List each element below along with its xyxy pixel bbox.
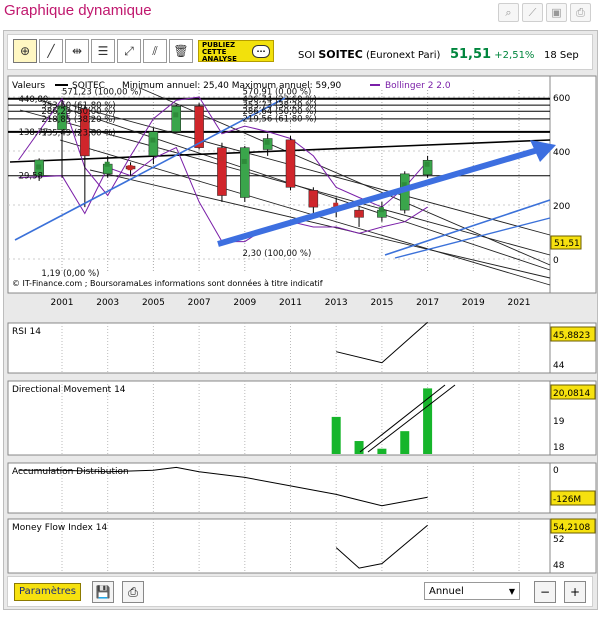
candle-body [240,147,250,198]
candle-marker [310,195,316,201]
indicator-title: Directional Movement 14 [12,385,126,395]
indicator-bar [377,448,387,454]
candle-marker [104,161,110,167]
x-tick-label: 2019 [462,298,485,308]
candle-marker [424,161,430,167]
indicator-title: RSI 14 [12,327,41,337]
fibonacci-label: 219,56 (61,80 %) [243,115,317,125]
legend-bollinger-name: Bollinger 2 2.0 [385,81,451,91]
period-select[interactable]: Annuel ▼ [424,582,520,600]
candle-marker [378,207,384,213]
fibonacci-label: 218,85 (38,20 %) [41,115,115,125]
zoom-out-icon[interactable]: − [534,581,556,603]
x-tick-label: 2009 [233,298,256,308]
source-note: © IT-Finance.com ; BoursoramaLes informa… [12,278,323,288]
candle-marker [196,114,202,120]
indicator-bar [331,416,341,454]
indicator-title: Money Flow Index 14 [12,523,107,533]
fibonacci-label: 2,30 (100,00 %) [243,249,312,259]
candle-marker [287,148,293,154]
save-icon[interactable]: 💾 [92,581,114,603]
x-tick-label: 2017 [416,298,439,308]
candle-marker [218,156,224,162]
candle-body [217,147,227,196]
x-tick-label: 2007 [188,298,211,308]
y-tick-label: 200 [553,202,570,212]
x-tick-label: 2005 [142,298,165,308]
fibonacci-label: 135,49 (23,60 %) [41,129,115,139]
last-value-label: 45,8823 [553,331,590,341]
candle-body [171,105,181,132]
y-tick-label: 400 [553,148,570,158]
last-value-label: 20,0814 [553,389,590,399]
y-tick-label: 0 [553,256,559,266]
candle-marker [356,212,362,218]
y-tick-label: 0 [553,466,559,476]
candle-body [148,131,159,157]
y-tick-label: 19 [553,417,565,427]
last-value-label: 51,51 [554,239,580,249]
indicator-bar [400,431,410,454]
legend-series-name: SOITEC [72,81,105,91]
fibonacci-label: 1,19 (0,00 %) [41,269,99,279]
y-tick-label: 48 [553,561,565,571]
y-tick-label: 18 [553,443,565,453]
candle-marker [241,158,247,164]
indicator-panel [7,322,551,374]
candle-marker [150,137,156,143]
x-tick-label: 2001 [51,298,74,308]
chevron-down-icon: ▼ [508,587,515,596]
last-value-label: 54,2108 [553,523,590,533]
legend-values-label: Valeurs [12,81,45,91]
y-tick-label: 44 [553,361,565,371]
fibonacci-label: 29,58 [19,172,43,182]
indicator-bar [354,441,364,454]
last-value-label: -126M [553,495,581,505]
candle-marker [173,112,179,118]
x-tick-label: 2013 [325,298,348,308]
bottom-toolbar: Paramètres 💾 ⎙ Annuel ▼ − + [7,576,593,607]
parameters-button[interactable]: Paramètres [14,583,82,601]
print-icon[interactable]: ⎙ [122,581,144,603]
chart-canvas: 6004002000571,23 (100,00 %) 570,91 (0,00 … [7,75,597,574]
candle-marker [127,165,133,171]
legend-min-max: Minimum annuel: 25,40 Maximum annuel: 59… [122,81,342,91]
x-tick-label: 2021 [508,298,531,308]
x-tick-label: 2015 [370,298,393,308]
candle-marker [36,164,42,170]
y-tick-label: 52 [553,535,564,545]
x-tick-label: 2011 [279,298,302,308]
zoom-in-icon[interactable]: + [564,581,586,603]
y-tick-label: 600 [553,94,570,104]
period-value: Annuel [429,586,464,597]
x-tick-label: 2003 [96,298,119,308]
candle-body [285,139,296,188]
candle-marker [264,139,270,145]
